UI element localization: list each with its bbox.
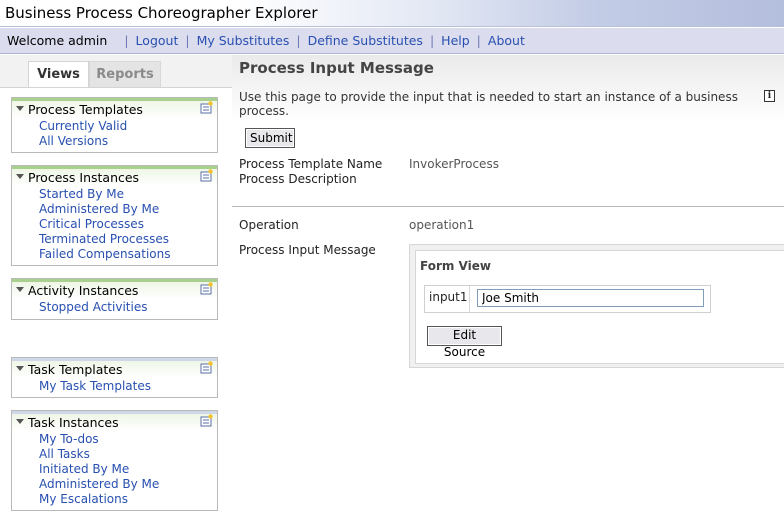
sidebar-item-initiated-by-me[interactable]: Initiated By Me (39, 462, 217, 477)
page-title: Process Input Message (239, 59, 434, 77)
top-nav: Welcome admin | Logout | My Substitutes … (0, 28, 784, 54)
sidebar-item-all-tasks[interactable]: All Tasks (39, 447, 217, 462)
sidebar-item-my-escalations[interactable]: My Escalations (39, 492, 217, 507)
collapse-triangle-icon[interactable] (16, 287, 24, 292)
welcome-text: Welcome admin (7, 33, 108, 48)
sidebar-item-my-to-dos[interactable]: My To-dos (39, 432, 217, 447)
input1-field[interactable] (477, 289, 704, 307)
form-view-title: Form View (420, 259, 491, 273)
main-content: Process Input Message Use this page to p… (232, 55, 784, 519)
sidebar-item-all-versions[interactable]: All Versions (39, 134, 217, 149)
sidebar-item-administered-by-me[interactable]: Administered By Me (39, 202, 217, 217)
my-substitutes-link[interactable]: My Substitutes (197, 33, 290, 48)
sidebar-item-started-by-me[interactable]: Started By Me (39, 187, 217, 202)
panel-task-templates: Task Templates My Task Templates (11, 357, 218, 398)
panel-header[interactable]: Process Templates (12, 98, 217, 118)
panel-activity-instances: Activity Instances Stopped Activities (11, 278, 218, 320)
panel-title: Activity Instances (28, 283, 139, 298)
operation-value: operation1 (409, 218, 475, 232)
sidebar-item-terminated-processes[interactable]: Terminated Processes (39, 232, 217, 247)
info-icon[interactable]: i (764, 90, 775, 102)
panel-header[interactable]: Activity Instances (12, 279, 217, 299)
sidebar: Views Reports Process Templates Currentl… (0, 55, 232, 519)
customize-view-icon[interactable] (200, 101, 213, 114)
sidebar-item-my-task-templates[interactable]: My Task Templates (39, 379, 217, 394)
title-bar: Business Process Choreographer Explorer (0, 0, 784, 27)
app-title: Business Process Choreographer Explorer (5, 4, 318, 22)
panel-process-templates: Process Templates Currently Valid All Ve… (11, 97, 218, 153)
edit-source-button[interactable]: Edit Source (427, 326, 502, 359)
template-name-value: InvokerProcess (409, 157, 499, 171)
panel-header[interactable]: Task Templates (12, 358, 217, 378)
about-link[interactable]: About (488, 33, 525, 48)
collapse-triangle-icon[interactable] (16, 366, 24, 371)
define-substitutes-link[interactable]: Define Substitutes (308, 33, 423, 48)
panel-process-instances: Process Instances Started By Me Administ… (11, 165, 218, 266)
tab-views[interactable]: Views (28, 61, 89, 87)
page-header: Process Input Message Use this page to p… (232, 55, 784, 123)
input-row: input1 (424, 285, 711, 313)
collapse-triangle-icon[interactable] (16, 106, 24, 111)
panel-header[interactable]: Task Instances (12, 411, 217, 431)
collapse-triangle-icon[interactable] (16, 174, 24, 179)
panel-title: Task Instances (28, 415, 119, 430)
collapse-triangle-icon[interactable] (16, 419, 24, 424)
input1-label: input1 (425, 286, 470, 312)
divider (232, 206, 784, 207)
customize-view-icon[interactable] (200, 282, 213, 295)
help-link[interactable]: Help (441, 33, 470, 48)
tab-reports[interactable]: Reports (89, 61, 161, 87)
process-description-label: Process Description (239, 172, 357, 186)
sidebar-tabs: Views Reports (28, 61, 161, 87)
sidebar-item-administered-by-me-tasks[interactable]: Administered By Me (39, 477, 217, 492)
input-message-label: Process Input Message (239, 243, 376, 257)
panel-task-instances: Task Instances My To-dos All Tasks Initi… (11, 410, 218, 511)
form-view-container: Form View input1 Edit Source (409, 244, 784, 368)
customize-view-icon[interactable] (200, 169, 213, 182)
panel-title: Process Templates (28, 102, 143, 117)
panel-header[interactable]: Process Instances (12, 166, 217, 186)
sidebar-item-stopped-activities[interactable]: Stopped Activities (39, 300, 217, 315)
nav-separator: | (185, 33, 190, 48)
nav-separator: | (429, 33, 435, 48)
nav-separator: | (124, 33, 129, 48)
sidebar-item-currently-valid[interactable]: Currently Valid (39, 119, 217, 134)
sidebar-item-critical-processes[interactable]: Critical Processes (39, 217, 217, 232)
form-view: Form View input1 Edit Source (415, 250, 784, 364)
panel-title: Task Templates (28, 362, 123, 377)
page-description: Use this page to provide the input that … (239, 90, 738, 118)
sidebar-content: Process Templates Currently Valid All Ve… (0, 87, 232, 519)
operation-label: Operation (239, 218, 299, 232)
logout-link[interactable]: Logout (136, 33, 179, 48)
customize-view-icon[interactable] (200, 414, 213, 427)
nav-separator: | (296, 33, 301, 48)
sidebar-item-failed-compensations[interactable]: Failed Compensations (39, 247, 217, 262)
panel-title: Process Instances (28, 170, 140, 185)
template-name-label: Process Template Name (239, 157, 383, 171)
nav-separator: | (476, 33, 481, 48)
submit-button[interactable]: Submit (245, 128, 295, 148)
customize-view-icon[interactable] (200, 361, 213, 374)
